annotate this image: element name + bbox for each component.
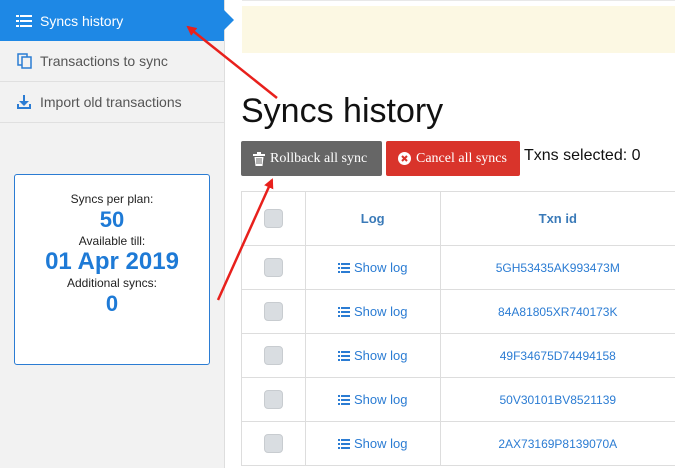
sidebar-item-syncs-history[interactable]: Syncs history <box>0 0 234 41</box>
row-select-cell <box>242 378 306 421</box>
show-log-label: Show log <box>353 392 408 407</box>
show-log-label: Show log <box>353 260 408 275</box>
txn-id-link[interactable]: 84A81805XR740173K <box>441 290 675 333</box>
show-log-link[interactable]: Show log <box>306 378 441 421</box>
row-select-cell <box>242 422 306 465</box>
show-log-label: Show log <box>353 348 408 363</box>
table-row: Show log 84A81805XR740173K <box>242 290 675 334</box>
sidebar: Syncs history Transactions to sync Impor… <box>0 0 234 468</box>
list-icon <box>337 438 350 449</box>
sidebar-item-transactions-to-sync[interactable]: Transactions to sync <box>0 41 224 82</box>
cancel-circle-icon <box>398 152 411 165</box>
table-row: Show log 49F34675D74494158 <box>242 334 675 378</box>
table-row: Show log 50V30101BV8521139 <box>242 378 675 422</box>
available-till-label: Available till: <box>78 234 146 248</box>
table-row: Show log 5GH53435AK993473M <box>242 246 675 290</box>
syncs-per-plan-label: Syncs per plan: <box>70 192 154 206</box>
plan-stats-box: Syncs per plan: 50 Available till: 01 Ap… <box>14 174 210 365</box>
row-checkbox[interactable] <box>263 434 283 453</box>
sidebar-item-import-old-transactions[interactable]: Import old transactions <box>0 82 224 123</box>
txn-id-link[interactable]: 49F34675D74494158 <box>441 334 675 377</box>
available-till-value: 01 Apr 2019 <box>45 248 179 275</box>
cancel-all-syncs-button[interactable]: Cancel all syncs <box>386 141 520 176</box>
list-icon <box>15 13 33 29</box>
column-header-txn-id[interactable]: Txn id <box>441 192 675 245</box>
syncs-per-plan-value: 50 <box>99 207 125 232</box>
show-log-link[interactable]: Show log <box>306 246 441 289</box>
row-checkbox[interactable] <box>263 346 283 365</box>
select-all-cell <box>242 192 306 245</box>
txn-id-link[interactable]: 2AX73169P8139070A <box>441 422 675 465</box>
show-log-link[interactable]: Show log <box>306 290 441 333</box>
show-log-link[interactable]: Show log <box>306 422 441 465</box>
copy-icon <box>15 53 33 69</box>
txn-id-link[interactable]: 50V30101BV8521139 <box>441 378 675 421</box>
row-checkbox[interactable] <box>263 390 283 409</box>
row-select-cell <box>242 290 306 333</box>
trash-icon <box>253 151 265 166</box>
list-icon <box>337 394 350 405</box>
syncs-table: Log Txn id Show log 5GH53435AK993473M Sh… <box>241 191 675 466</box>
row-select-cell <box>242 246 306 289</box>
list-icon <box>337 262 350 273</box>
additional-syncs-label: Additional syncs: <box>66 276 158 290</box>
column-header-log[interactable]: Log <box>306 192 441 245</box>
sidebar-item-label: Transactions to sync <box>40 53 168 69</box>
show-log-label: Show log <box>353 436 408 451</box>
show-log-link[interactable]: Show log <box>306 334 441 377</box>
rollback-label: Rollback all sync <box>270 150 368 166</box>
show-log-label: Show log <box>353 304 408 319</box>
list-icon <box>337 350 350 361</box>
row-checkbox[interactable] <box>263 258 283 277</box>
download-icon <box>15 94 33 110</box>
table-row: Show log 2AX73169P8139070A <box>242 422 675 466</box>
row-checkbox[interactable] <box>263 302 283 321</box>
sidebar-item-label: Syncs history <box>40 12 124 29</box>
cancel-label: Cancel all syncs <box>416 150 507 166</box>
rollback-all-sync-button[interactable]: Rollback all sync <box>241 141 382 176</box>
list-icon <box>337 306 350 317</box>
page-title: Syncs history <box>241 92 444 130</box>
select-all-checkbox[interactable] <box>263 209 283 228</box>
additional-syncs-value: 0 <box>105 291 119 316</box>
txn-id-link[interactable]: 5GH53435AK993473M <box>441 246 675 289</box>
table-header-row: Log Txn id <box>242 191 675 246</box>
row-select-cell <box>242 334 306 377</box>
sidebar-item-label: Import old transactions <box>40 94 182 110</box>
notice-banner <box>242 6 675 53</box>
txns-selected-counter: Txns selected: 0 <box>524 147 641 164</box>
